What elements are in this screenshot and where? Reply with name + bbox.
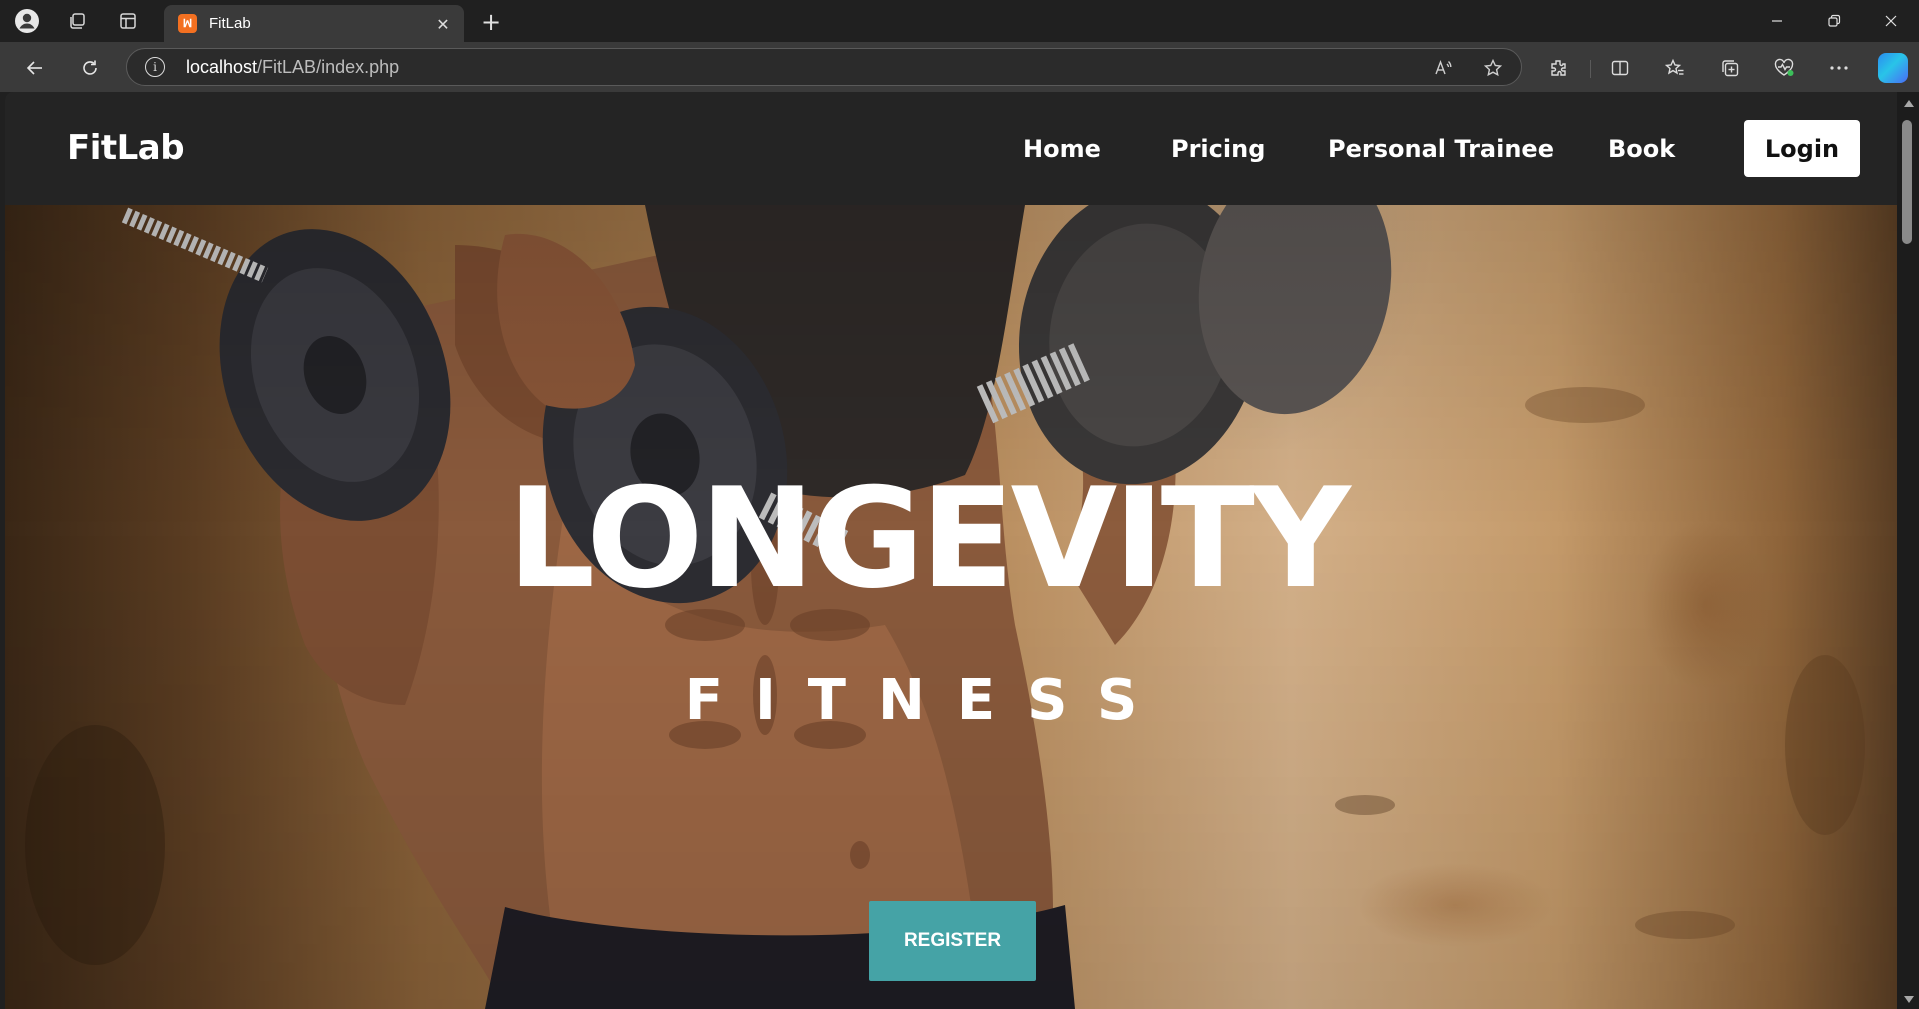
page-viewport: FitLab Home Pricing Personal Trainee Boo… (5, 92, 1897, 1009)
address-host: localhost (186, 57, 258, 77)
hero-subtitle: FITNESS (684, 668, 1170, 733)
extensions-icon[interactable] (1542, 52, 1574, 84)
login-button[interactable]: Login (1744, 120, 1860, 177)
tab-fitlab[interactable]: ꟽ FitLab ✕ (164, 5, 464, 42)
tab-title: FitLab (209, 15, 251, 32)
copilot-icon[interactable] (1878, 53, 1908, 83)
scroll-down-arrow-icon[interactable] (1904, 996, 1914, 1003)
minimize-icon[interactable] (1754, 5, 1800, 37)
restore-icon[interactable] (1811, 5, 1857, 37)
nav-personal-trainee-link[interactable]: Personal Trainee (1328, 135, 1554, 163)
hero-section: LONGEVITY FITNESS REGISTER (5, 205, 1897, 1009)
browser-toolbar: i localhost/FitLAB/index.php (0, 42, 1919, 92)
toolbar-divider (1590, 60, 1591, 78)
close-tab-icon[interactable]: ✕ (432, 13, 454, 35)
workspaces-icon[interactable] (63, 7, 91, 35)
refresh-icon[interactable] (74, 52, 106, 84)
address-path: /FitLAB/index.php (257, 57, 400, 77)
split-screen-icon[interactable] (1604, 52, 1636, 84)
nav-book-link[interactable]: Book (1608, 135, 1675, 163)
tab-actions-icon[interactable] (114, 7, 142, 35)
address-bar[interactable]: i localhost/FitLAB/index.php (126, 48, 1522, 86)
browser-essentials-icon[interactable] (1768, 52, 1800, 84)
scrollbar-thumb[interactable] (1902, 120, 1912, 244)
collections-icon[interactable] (1714, 52, 1746, 84)
profile-icon[interactable] (13, 7, 41, 35)
register-button[interactable]: REGISTER (869, 901, 1036, 981)
xampp-favicon-icon: ꟽ (178, 14, 197, 33)
site-logo[interactable]: FitLab (67, 128, 185, 168)
address-text[interactable]: localhost/FitLAB/index.php (186, 57, 399, 78)
nav-home-link[interactable]: Home (1023, 135, 1101, 163)
nav-pricing-link[interactable]: Pricing (1171, 135, 1265, 163)
favorites-icon[interactable] (1659, 52, 1691, 84)
site-info-icon[interactable]: i (145, 57, 165, 77)
hero-title: LONGEVITY (507, 458, 1351, 619)
browser-tab-bar: ꟽ FitLab ✕ + (0, 0, 1919, 42)
site-navbar: FitLab Home Pricing Personal Trainee Boo… (5, 92, 1897, 205)
close-window-icon[interactable] (1868, 5, 1914, 37)
more-options-icon[interactable] (1823, 52, 1855, 84)
read-aloud-icon[interactable] (1431, 56, 1455, 80)
new-tab-icon[interactable]: + (476, 7, 506, 37)
favorite-star-icon[interactable] (1481, 56, 1505, 80)
page-scrollbar[interactable] (1897, 92, 1919, 1009)
back-icon[interactable] (19, 52, 51, 84)
scroll-up-arrow-icon[interactable] (1904, 100, 1914, 107)
